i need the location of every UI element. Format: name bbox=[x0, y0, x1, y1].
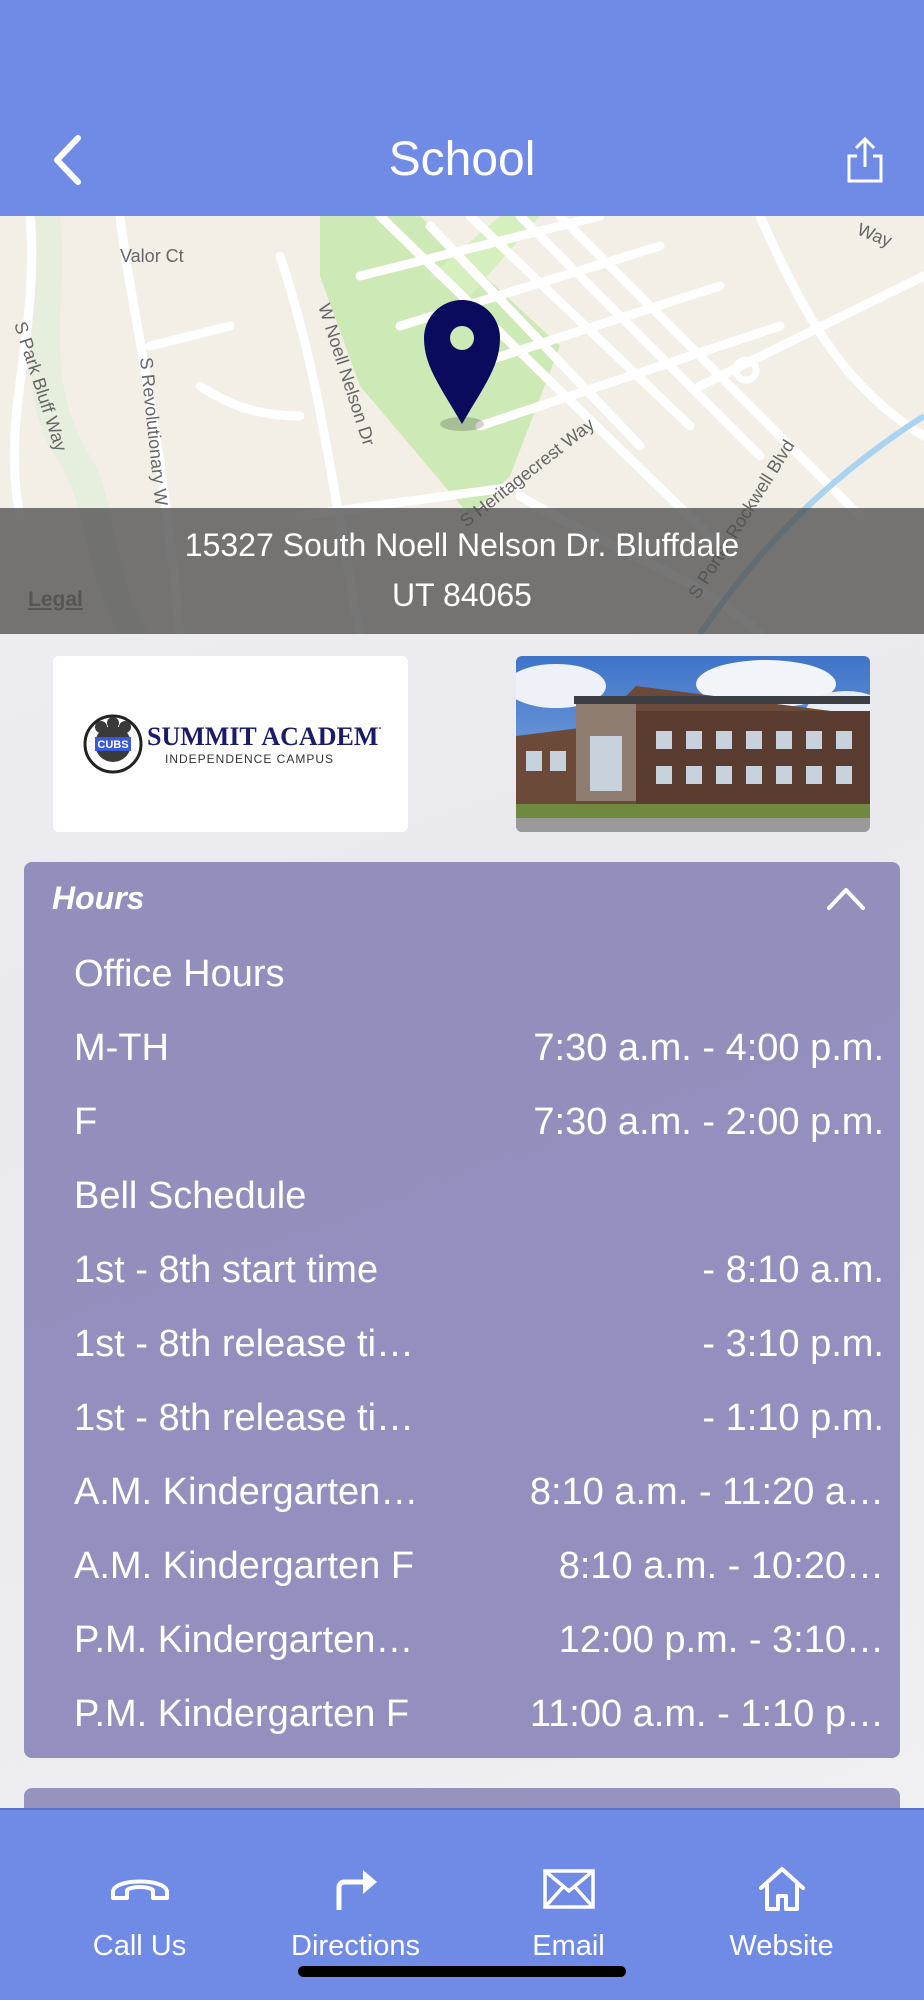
hours-value: 8:10 a.m. - 10:20… bbox=[558, 1545, 884, 1587]
hours-row: A.M. Kindergarten F 8:10 a.m. - 10:20… bbox=[74, 1536, 884, 1596]
address-line-1: 15327 South Noell Nelson Dr. Bluffdale bbox=[184, 527, 740, 563]
hours-row: 1st - 8th release ti… - 3:10 p.m. bbox=[74, 1314, 884, 1374]
hours-label: A.M. Kindergarten… bbox=[74, 1471, 419, 1513]
tab-label: Email bbox=[532, 1930, 605, 1962]
tab-label: Call Us bbox=[92, 1930, 187, 1962]
hours-row: Office Hours bbox=[74, 944, 884, 1004]
school-logo-card: CUBS SUMMIT ACADEMY INDEPENDENCE CAMPUS bbox=[53, 656, 408, 832]
share-button[interactable] bbox=[840, 132, 890, 192]
hours-row: 1st - 8th start time - 8:10 a.m. bbox=[74, 1240, 884, 1300]
hours-row: A.M. Kindergarten… 8:10 a.m. - 11:20 a… bbox=[74, 1462, 884, 1522]
hours-label: Office Hours bbox=[74, 953, 285, 995]
hours-label: M-TH bbox=[74, 1027, 169, 1069]
legal-link[interactable]: Legal bbox=[28, 588, 83, 612]
hours-value: 7:30 a.m. - 2:00 p.m. bbox=[533, 1101, 884, 1143]
hours-label: 1st - 8th start time bbox=[74, 1249, 379, 1291]
hours-label: A.M. Kindergarten F bbox=[74, 1545, 415, 1587]
school-photo[interactable] bbox=[516, 656, 870, 832]
hours-value: - 8:10 a.m. bbox=[702, 1249, 884, 1291]
hours-row: M-TH 7:30 a.m. - 4:00 p.m. bbox=[74, 1018, 884, 1078]
address-line-2: UT 84065 bbox=[392, 577, 532, 613]
hours-label: 1st - 8th release ti… bbox=[74, 1323, 415, 1365]
hours-value: 12:00 p.m. - 3:10… bbox=[558, 1619, 884, 1661]
home-indicator[interactable] bbox=[298, 1966, 626, 1977]
hours-value: 11:00 a.m. - 1:10 p… bbox=[529, 1693, 884, 1735]
hours-row: P.M. Kindergarten F 11:00 a.m. - 1:10 p… bbox=[74, 1684, 884, 1744]
page-title: School bbox=[388, 133, 536, 186]
hours-value: - 1:10 p.m. bbox=[702, 1397, 884, 1439]
phone-icon bbox=[109, 1862, 171, 1916]
address-overlay: 15327 South Noell Nelson Dr. Bluffdale U… bbox=[0, 508, 924, 634]
collapse-hours-button[interactable] bbox=[824, 880, 868, 920]
summit-academy-logo: CUBS SUMMIT ACADEMY INDEPENDENCE CAMPUS bbox=[83, 714, 381, 774]
logo-subtitle: INDEPENDENCE CAMPUS bbox=[165, 752, 334, 766]
location-map[interactable]: Valor Ct S Park Bluff Way S Revolutionar… bbox=[0, 216, 924, 634]
nav-header: School bbox=[0, 0, 924, 216]
chevron-up-icon bbox=[826, 885, 866, 916]
hours-value: 7:30 a.m. - 4:00 p.m. bbox=[533, 1027, 884, 1069]
logo-name: SUMMIT ACADEMY bbox=[147, 722, 381, 751]
hours-value: - 3:10 p.m. bbox=[702, 1323, 884, 1365]
hours-label: F bbox=[74, 1101, 98, 1143]
hours-row: Bell Schedule bbox=[74, 1166, 884, 1226]
map-label-valor-ct: Valor Ct bbox=[120, 246, 184, 266]
hours-label: P.M. Kindergarten… bbox=[74, 1619, 414, 1661]
email-icon bbox=[542, 1862, 595, 1916]
share-icon bbox=[846, 136, 884, 189]
home-icon bbox=[758, 1862, 806, 1916]
svg-text:CUBS: CUBS bbox=[97, 739, 128, 751]
hours-label: P.M. Kindergarten F bbox=[74, 1693, 410, 1735]
hours-title: Hours bbox=[52, 880, 145, 916]
hours-value: 8:10 a.m. - 11:20 a… bbox=[529, 1471, 884, 1513]
hours-row: F 7:30 a.m. - 2:00 p.m. bbox=[74, 1092, 884, 1152]
hours-row: P.M. Kindergarten… 12:00 p.m. - 3:10… bbox=[74, 1610, 884, 1670]
hours-label: 1st - 8th release ti… bbox=[74, 1397, 415, 1439]
tab-label: Directions bbox=[291, 1930, 420, 1962]
hours-label: Bell Schedule bbox=[74, 1175, 307, 1217]
tab-label: Website bbox=[729, 1930, 834, 1962]
call-us-button[interactable]: Call Us bbox=[24, 1810, 255, 2000]
hours-row: 1st - 8th release ti… - 1:10 p.m. bbox=[74, 1388, 884, 1448]
website-button[interactable]: Website bbox=[666, 1810, 897, 2000]
directions-icon bbox=[333, 1862, 379, 1916]
hours-panel: Hours Office Hours M-TH 7:30 a.m. - 4:00… bbox=[24, 862, 900, 1758]
